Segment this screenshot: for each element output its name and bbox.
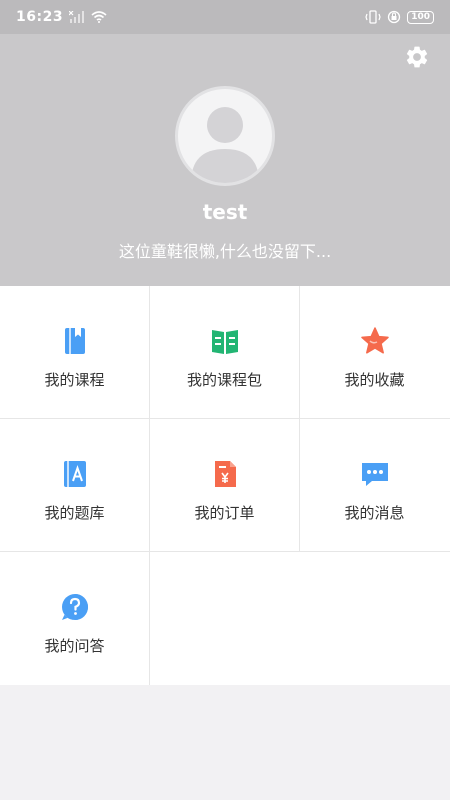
menu-item-my-course-packages[interactable]: 我的课程包 — [150, 286, 299, 418]
profile-header: test 这位童鞋很懒,什么也没留下... — [0, 34, 450, 286]
course-package-icon — [211, 330, 238, 354]
username: test — [202, 200, 248, 224]
status-left: 16:23 — [16, 9, 107, 25]
menu-item-label: 我的消息 — [344, 504, 405, 522]
default-user-icon — [191, 107, 259, 183]
question-bank-icon — [63, 461, 86, 487]
user-bio: 这位童鞋很懒,什么也没留下... — [118, 242, 332, 261]
menu-item-label: 我的收藏 — [344, 371, 405, 389]
vibrate-icon — [365, 10, 381, 24]
course-book-icon — [64, 328, 85, 354]
menu-item-label: 我的课程 — [44, 371, 105, 389]
menu-grid: 我的课程 我的课程包 我的收藏 我的题库 我的订单 我的消息 我的问答 — [0, 286, 450, 685]
menu-item-my-qa[interactable]: 我的问答 — [0, 552, 149, 684]
star-icon — [360, 327, 389, 354]
signal-icon — [69, 11, 85, 23]
menu-item-my-favorites[interactable]: 我的收藏 — [300, 286, 449, 418]
menu-item-my-question-bank[interactable]: 我的题库 — [0, 419, 149, 551]
menu-item-my-orders[interactable]: 我的订单 — [150, 419, 299, 551]
menu-item-label: 我的问答 — [44, 637, 105, 655]
status-time: 16:23 — [16, 9, 64, 25]
menu-item-label: 我的题库 — [44, 504, 105, 522]
alarm-icon — [388, 10, 401, 24]
menu-item-my-messages[interactable]: 我的消息 — [300, 419, 449, 551]
qa-icon — [61, 594, 88, 620]
menu-item-my-courses[interactable]: 我的课程 — [0, 286, 149, 418]
wifi-icon — [91, 11, 107, 23]
order-icon — [214, 461, 236, 487]
battery-indicator: 100 — [407, 10, 434, 24]
settings-gear-icon[interactable] — [404, 44, 430, 70]
avatar[interactable] — [175, 86, 275, 186]
message-icon — [361, 463, 388, 486]
status-bar: 16:23 100 — [0, 0, 450, 34]
menu-item-label: 我的订单 — [194, 504, 255, 522]
status-right: 100 — [365, 10, 434, 24]
menu-item-label: 我的课程包 — [186, 371, 262, 389]
